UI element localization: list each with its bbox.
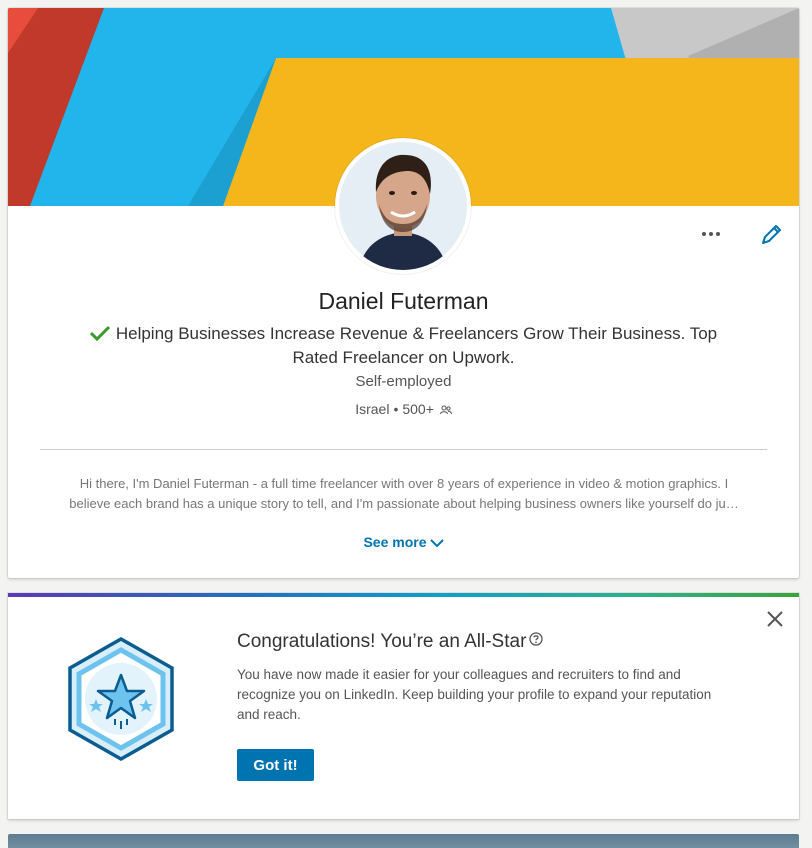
profile-connections[interactable]: 500+ [402,401,434,417]
summary-line-1: Hi there, I'm Daniel Futerman - a full t… [79,476,729,491]
chevron-down-icon [429,539,444,548]
see-more-label: See more [363,534,427,550]
profile-avatar[interactable] [335,138,471,274]
allstar-card: Congratulations! You’re an All-Star You … [8,593,799,819]
section-divider [40,449,767,450]
checkmark-icon [89,325,110,341]
profile-card: Daniel Futerman Helping Businesses Incre… [8,8,799,578]
profile-name: Daniel Futerman [318,288,489,314]
allstar-title: Congratulations! You’re an All-Star [237,631,544,653]
profile-location: Israel [355,401,390,417]
more-actions-button[interactable] [696,222,726,246]
got-it-button[interactable]: Got it! [237,749,314,781]
profile-summary: Hi there, I'm Daniel Futerman - a full t… [38,474,770,514]
allstar-body: You have now made it easier for your col… [237,667,712,722]
headline-text: Helping Businesses Increase Revenue & Fr… [115,324,718,367]
see-more-button[interactable]: See more [8,534,799,550]
close-icon[interactable] [765,609,785,629]
more-horizontal-icon [702,232,706,236]
summary-line-2: believe each brand has a unique story to… [69,496,739,511]
allstar-title-text: Congratulations! You’re an All-Star [237,631,527,652]
profile-meta: Israel • 500+ [8,401,799,417]
allstar-gradient-stripe [8,593,799,597]
meta-separator: • [393,401,399,417]
pencil-edit-icon[interactable] [758,222,784,248]
all-star-badge-icon [68,637,174,761]
profile-headline: Helping Businesses Increase Revenue & Fr… [78,322,729,370]
help-circle-icon[interactable] [529,632,544,646]
connections-icon [439,405,452,415]
profile-company[interactable]: Self-employed [8,373,799,390]
next-card-banner [8,834,799,848]
profile-photo [339,142,467,270]
